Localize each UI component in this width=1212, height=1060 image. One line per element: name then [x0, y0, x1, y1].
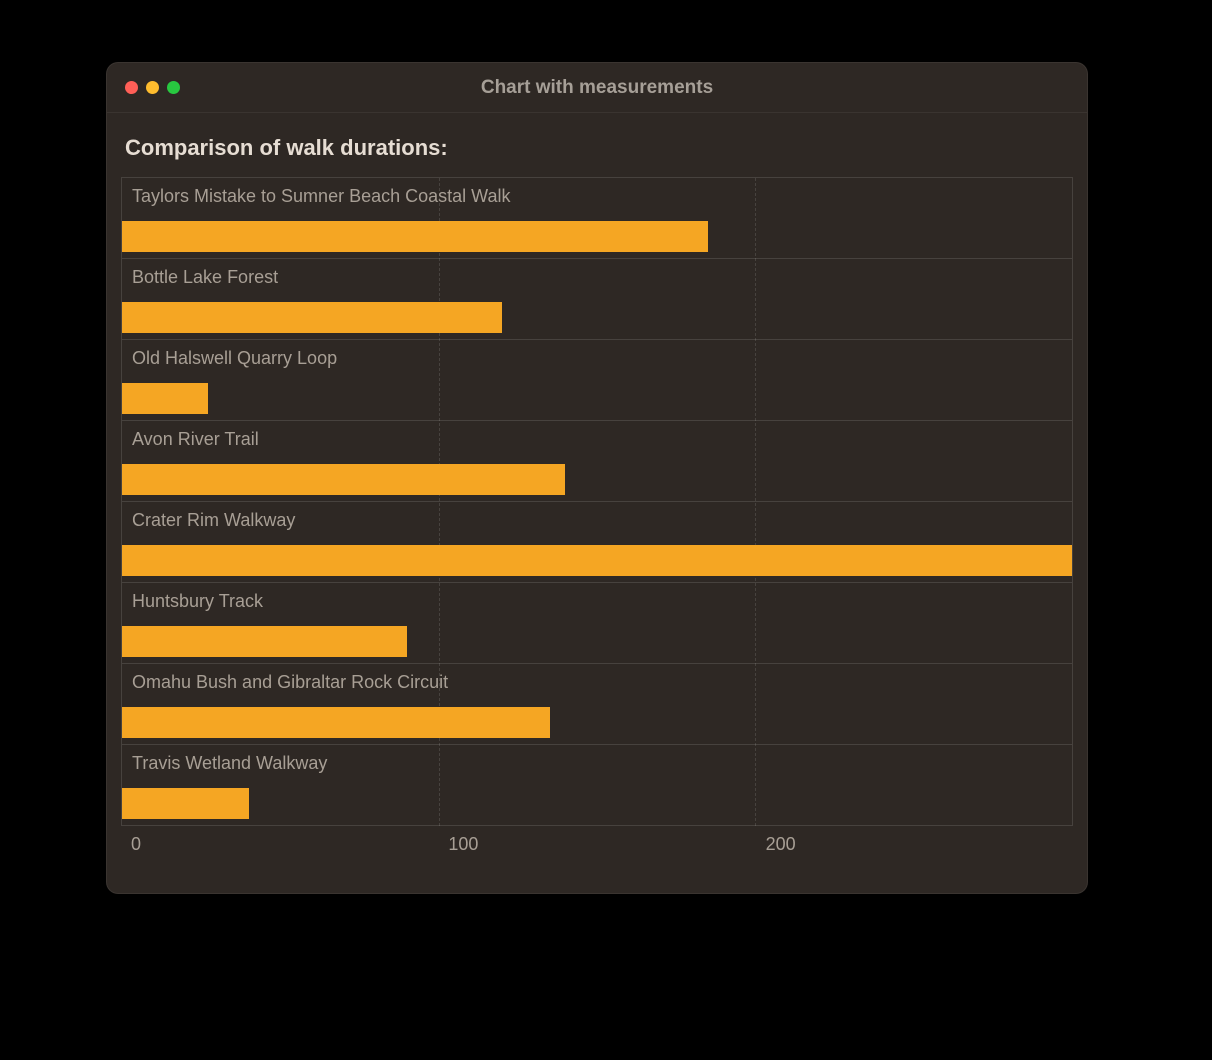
chart-heading: Comparison of walk durations:	[121, 135, 1073, 161]
bar	[122, 626, 407, 657]
bar-label: Huntsbury Track	[132, 591, 263, 612]
bar	[122, 707, 550, 738]
bar-label: Omahu Bush and Gibraltar Rock Circuit	[132, 672, 448, 693]
chart-row: Old Halswell Quarry Loop	[122, 340, 1072, 421]
bar	[122, 221, 708, 252]
bar	[122, 302, 502, 333]
x-tick-label: 200	[766, 834, 796, 855]
bar-label: Avon River Trail	[132, 429, 259, 450]
bar	[122, 383, 208, 414]
x-tick-label: 0	[131, 834, 141, 855]
chart-row: Crater Rim Walkway	[122, 502, 1072, 583]
bar-label: Bottle Lake Forest	[132, 267, 278, 288]
bar-chart: Taylors Mistake to Sumner Beach Coastal …	[121, 177, 1073, 826]
bar	[122, 545, 1072, 576]
chart-row: Bottle Lake Forest	[122, 259, 1072, 340]
bar-label: Old Halswell Quarry Loop	[132, 348, 337, 369]
chart-row: Taylors Mistake to Sumner Beach Coastal …	[122, 178, 1072, 259]
x-axis: 0 100 200	[121, 826, 1073, 866]
bar	[122, 464, 565, 495]
bar	[122, 788, 249, 819]
bar-label: Travis Wetland Walkway	[132, 753, 327, 774]
chart-row: Omahu Bush and Gibraltar Rock Circuit	[122, 664, 1072, 745]
window-title: Chart with measurements	[107, 77, 1087, 99]
fullscreen-button[interactable]	[167, 81, 180, 94]
titlebar: Chart with measurements	[107, 63, 1087, 113]
app-window: Chart with measurements Comparison of wa…	[106, 62, 1088, 894]
chart-row: Travis Wetland Walkway	[122, 745, 1072, 826]
chart-row: Huntsbury Track	[122, 583, 1072, 664]
traffic-lights	[125, 81, 180, 94]
close-button[interactable]	[125, 81, 138, 94]
x-tick-label: 100	[448, 834, 478, 855]
minimize-button[interactable]	[146, 81, 159, 94]
bar-label: Taylors Mistake to Sumner Beach Coastal …	[132, 186, 510, 207]
content-area: Comparison of walk durations: Taylors Mi…	[107, 113, 1087, 893]
chart-row: Avon River Trail	[122, 421, 1072, 502]
bar-label: Crater Rim Walkway	[132, 510, 295, 531]
